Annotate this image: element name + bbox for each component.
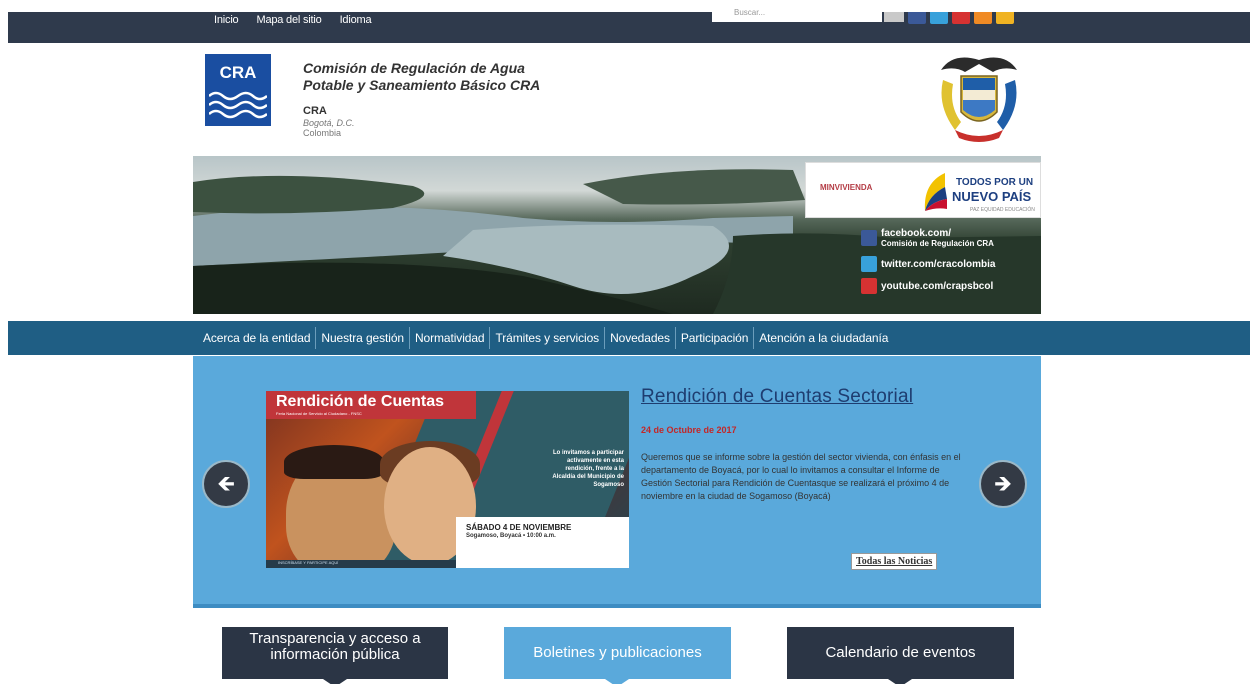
tile-pointer — [323, 679, 347, 684]
facebook-url: facebook.com/ — [881, 228, 952, 239]
youtube-url: youtube.com/crapsbcol — [881, 280, 994, 292]
promo-footer: INSCRÍBASE Y PARTICIPE AQUÍ — [266, 560, 456, 568]
organization-title: Comisión de Regulación de Agua Potable y… — [303, 60, 540, 94]
email-icon[interactable] — [996, 12, 1014, 24]
news-slider: 🡸 🡺 Rendición de Cuentas Feria Nacional … — [193, 356, 1041, 608]
main-nav: Acerca de la entidad Nuestra gestión Nor… — [8, 321, 1250, 355]
top-link-language[interactable]: Idioma — [332, 12, 382, 32]
banner-facebook-link[interactable]: facebook.com/ Comisión de Regulación CRA — [861, 228, 994, 248]
cra-logo[interactable]: CRA — [205, 54, 271, 126]
promo-date: SÁBADO 4 DE NOVIEMBRE — [466, 523, 572, 532]
calendar-label: Calendario de eventos — [825, 644, 976, 661]
slider-next-button[interactable]: 🡺 — [979, 460, 1027, 508]
twitter-url: twitter.com/cracolombia — [881, 258, 996, 270]
tile-pointer — [605, 679, 629, 684]
promo-place: Sogamoso, Boyacá • 10:00 a.m. — [466, 533, 556, 539]
twitter-icon[interactable] — [930, 12, 948, 24]
promo-title: Rendición de Cuentas — [276, 393, 445, 410]
site-header: CRA Comisión de Regulación de Agua Potab… — [193, 44, 1041, 156]
twitter-icon — [861, 256, 877, 272]
colombia-flag-swoosh-icon — [924, 173, 947, 211]
youtube-icon[interactable] — [952, 12, 970, 24]
page: Inicio Mapa del sitio Idioma Buscar... C… — [0, 0, 1256, 684]
organization-abbr: CRA — [303, 105, 327, 117]
title-line-2: Potable y Saneamiento Básico CRA — [303, 77, 541, 93]
logo-text: CRA — [219, 63, 257, 82]
arrow-left-icon: 🡸 — [217, 471, 235, 496]
nav-item-management[interactable]: Nuestra gestión — [316, 327, 410, 349]
organization-country: Colombia — [303, 128, 342, 138]
facebook-text: facebook.com/ Comisión de Regulación CRA — [881, 228, 994, 248]
slogan-line-1: TODOS POR UN — [956, 177, 1034, 188]
slider-prev-button[interactable]: 🡸 — [202, 460, 250, 508]
all-news-button[interactable]: Todas las Noticias — [851, 553, 938, 570]
bulletins-tile[interactable]: Boletines y publicaciones — [504, 627, 731, 684]
top-nav: Inicio Mapa del sitio Idioma — [206, 12, 381, 32]
nav-item-participation[interactable]: Participación — [676, 327, 755, 349]
news-body: Queremos que se informe sobre la gestión… — [641, 452, 961, 501]
facebook-page-name: Comisión de Regulación CRA — [881, 239, 994, 248]
transparency-line-2: información pública — [270, 646, 400, 663]
water-waves-icon — [209, 91, 267, 119]
slogan-sub: PAZ EQUIDAD EDUCACIÓN — [970, 207, 1035, 213]
organization-city: Bogotá, D.C. — [303, 118, 355, 128]
transparency-line-1: Transparencia y acceso a — [249, 630, 421, 647]
rss-icon[interactable] — [974, 12, 992, 24]
bulletins-label: Boletines y publicaciones — [533, 644, 702, 661]
tile-pointer — [888, 679, 912, 684]
search-button[interactable] — [884, 12, 904, 22]
youtube-icon — [861, 278, 877, 294]
promo-header: Rendición de Cuentas Feria Nacional de S… — [266, 391, 476, 419]
title-line-1: Comisión de Regulación de Agua — [303, 60, 525, 76]
search-input[interactable]: Buscar... — [712, 9, 882, 22]
calendar-tile[interactable]: Calendario de eventos — [787, 627, 1014, 684]
top-link-site-map[interactable]: Mapa del sitio — [248, 12, 331, 32]
government-logo-box: MINVIVIENDA TODOS POR UN NUEVO PAÍS PAZ … — [805, 162, 1041, 218]
promo-subtitle: Feria Nacional de Servicio al Ciudadano … — [276, 411, 362, 416]
transparency-tile[interactable]: Transparencia y acceso a información púb… — [222, 627, 448, 684]
slogan-line-2: NUEVO PAÍS — [952, 189, 1032, 204]
news-title-link[interactable]: Rendición de Cuentas Sectorial — [641, 386, 913, 408]
nav-item-procedures[interactable]: Trámites y servicios — [490, 327, 606, 349]
ministry-label: MINVIVIENDA — [820, 183, 873, 192]
top-bar: Inicio Mapa del sitio Idioma Buscar... — [8, 9, 1250, 43]
nav-item-news[interactable]: Novedades — [605, 327, 676, 349]
nav-item-regulations[interactable]: Normatividad — [410, 327, 491, 349]
promo-invite: Lo invitamos a participar activamente en… — [552, 450, 624, 488]
facebook-icon — [861, 230, 877, 246]
facebook-icon[interactable] — [908, 12, 926, 24]
banner-youtube-link[interactable]: youtube.com/crapsbcol — [861, 278, 993, 294]
promo-man-hair — [284, 445, 384, 479]
hero-banner: MINVIVIENDA TODOS POR UN NUEVO PAÍS PAZ … — [193, 156, 1041, 314]
top-link-inicio[interactable]: Inicio — [206, 12, 248, 32]
promo-image[interactable]: Rendición de Cuentas Feria Nacional de S… — [266, 391, 629, 568]
main-nav-list: Acerca de la entidad Nuestra gestión Nor… — [198, 321, 893, 355]
nav-item-about[interactable]: Acerca de la entidad — [198, 327, 317, 349]
colombia-coat-of-arms-icon — [941, 57, 1017, 142]
news-date: 24 de Octubre de 2017 — [641, 425, 737, 435]
top-social-icons — [908, 12, 1014, 24]
arrow-right-icon: 🡺 — [994, 471, 1012, 496]
nav-item-citizen-service[interactable]: Atención a la ciudadanía — [754, 327, 893, 349]
banner-twitter-link[interactable]: twitter.com/cracolombia — [861, 256, 995, 272]
